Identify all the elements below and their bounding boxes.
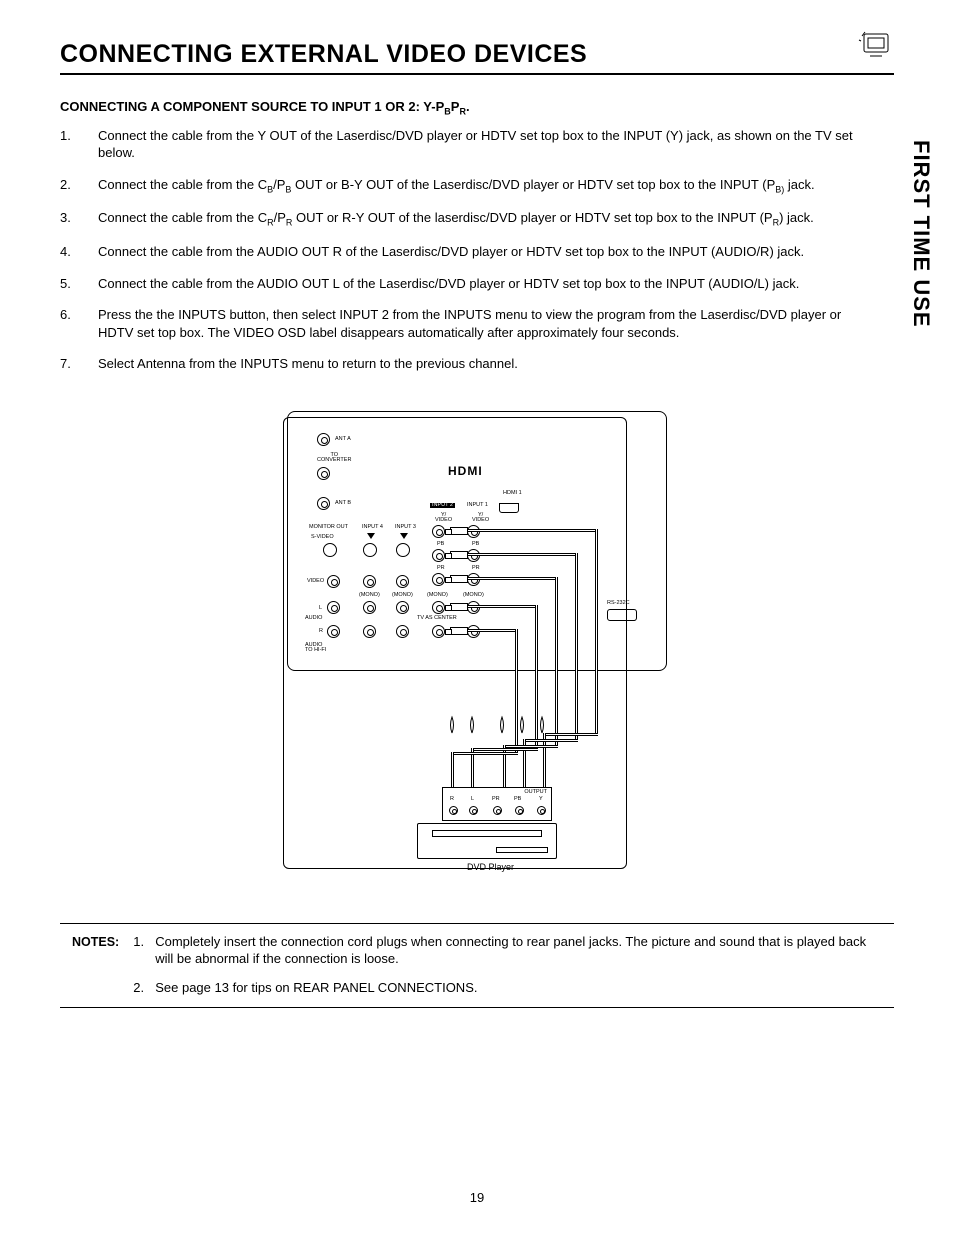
- subheading: CONNECTING A COMPONENT SOURCE TO INPUT 1…: [60, 99, 894, 117]
- step-3: 3.Connect the cable from the CR/PR OUT o…: [60, 209, 894, 229]
- page-title: CONNECTING EXTERNAL VIDEO DEVICES: [60, 40, 587, 69]
- dvd-player-icon: [417, 823, 557, 859]
- hdmi-logo-icon: HDMI: [447, 463, 484, 479]
- page-number: 19: [0, 1190, 954, 1205]
- section-tab: FIRST TIME USE: [908, 140, 934, 328]
- step-1: 1.Connect the cable from the Y OUT of th…: [60, 127, 894, 162]
- tv-icon: [858, 28, 894, 60]
- step-2: 2.Connect the cable from the CB/PB OUT o…: [60, 176, 894, 196]
- connection-diagram: ANT A TO CONVERTER ANT B HDMI HDMI 1 MON…: [60, 403, 894, 883]
- notes-box: NOTES: 1.Completely insert the connectio…: [60, 923, 894, 1008]
- note-2: 2.See page 13 for tips on REAR PANEL CON…: [133, 980, 882, 997]
- note-1: 1.Completely insert the connection cord …: [133, 934, 882, 968]
- step-list: 1.Connect the cable from the Y OUT of th…: [60, 127, 894, 373]
- step-7: 7.Select Antenna from the INPUTS menu to…: [60, 355, 894, 373]
- notes-label: NOTES:: [72, 934, 119, 997]
- step-6: 6.Press the the INPUTS button, then sele…: [60, 306, 894, 341]
- step-4: 4.Connect the cable from the AUDIO OUT R…: [60, 243, 894, 261]
- step-5: 5.Connect the cable from the AUDIO OUT L…: [60, 275, 894, 293]
- page-header: CONNECTING EXTERNAL VIDEO DEVICES: [60, 40, 894, 75]
